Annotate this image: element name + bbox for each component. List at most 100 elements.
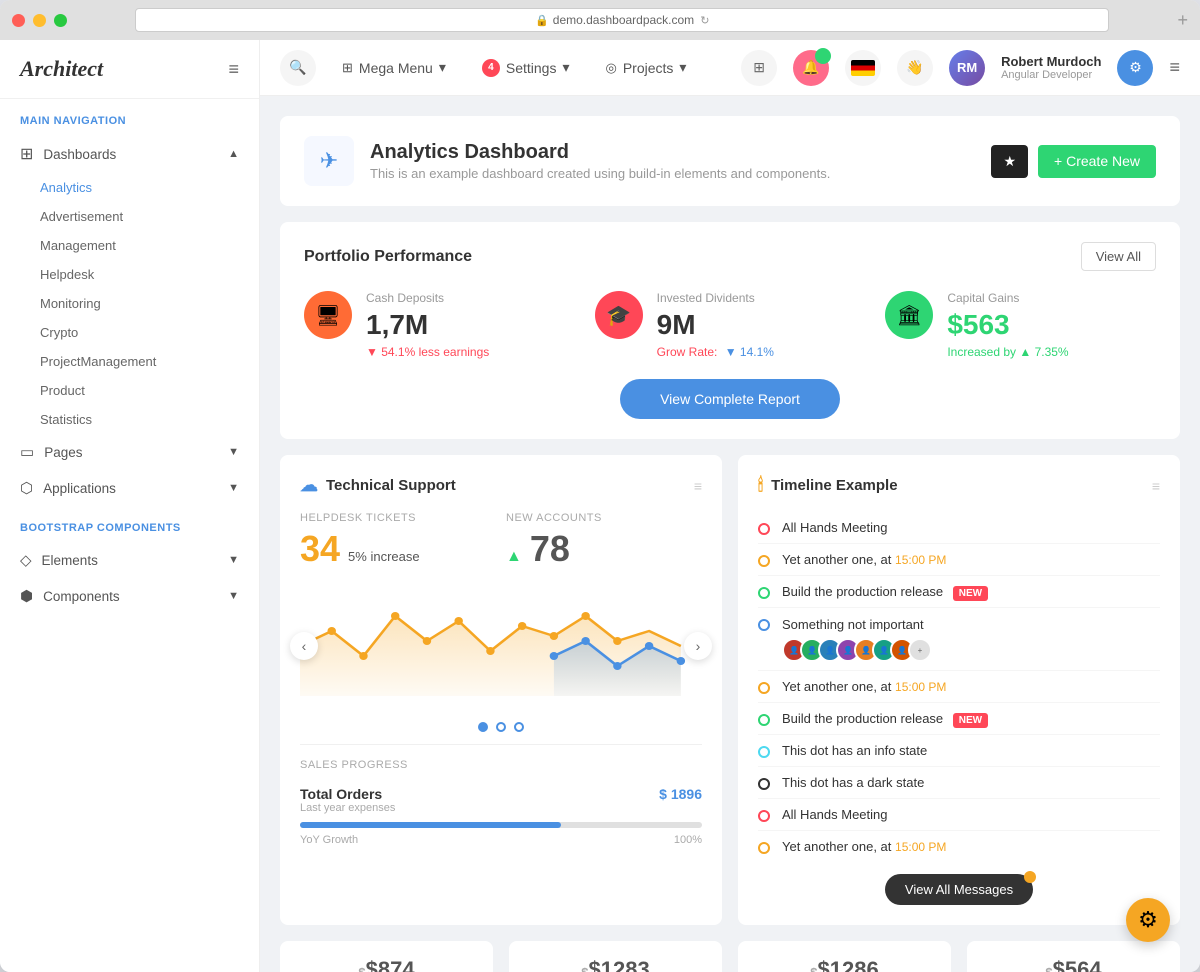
bootstrap-title: BOOTSTRAP COMPONENTS xyxy=(0,506,259,542)
bottom-stats-row: $$874 $$1283 $$1286 xyxy=(280,941,1180,972)
maximize-button[interactable] xyxy=(54,14,67,27)
capital-change: Increased by ▲ 7.35% xyxy=(947,345,1068,359)
stat-cash-content: Cash Deposits 1,7M ▼ 54.1% less earnings xyxy=(366,291,489,359)
sidebar-subitem-monitoring[interactable]: Monitoring xyxy=(0,289,259,318)
invested-change: Grow Rate: ▼ 14.1% xyxy=(657,345,774,359)
sidebar-subitem-statistics[interactable]: Statistics xyxy=(0,405,259,434)
applications-icon: ⬡ xyxy=(20,479,33,497)
user-settings-button[interactable]: ⚙ xyxy=(1117,50,1153,86)
page-header-text: Analytics Dashboard This is an example d… xyxy=(370,141,830,181)
view-all-button[interactable]: View All xyxy=(1081,242,1156,271)
timeline-text-3: Build the production release NEW xyxy=(782,584,1160,599)
timeline-text-8: This dot has a dark state xyxy=(782,775,1160,790)
new-tab-button[interactable]: + xyxy=(1177,10,1188,31)
url-text: demo.dashboardpack.com xyxy=(553,13,694,27)
dashboards-label: Dashboards xyxy=(43,147,116,162)
portfolio-stats: 🖥 Cash Deposits 1,7M ▼ 54.1% less earnin… xyxy=(304,291,1156,359)
sidebar-toggle-icon[interactable]: ≡ xyxy=(228,59,239,80)
sidebar-item-pages[interactable]: ▭ Pages ▼ xyxy=(0,434,259,470)
bottom-stat-2: $$1283 xyxy=(509,941,722,972)
projects-nav[interactable]: ◎ Projects ▾ xyxy=(596,53,697,82)
carousel-dot-1[interactable] xyxy=(478,722,488,732)
timeline-dot-red-1 xyxy=(758,523,770,535)
timeline-text-10: Yet another one, at 15:00 PM xyxy=(782,839,1160,854)
elements-icon: ◇ xyxy=(20,551,32,569)
total-orders-value: $ 1896 xyxy=(659,779,702,805)
mini-avatar-more: + xyxy=(908,638,932,662)
tech-metrics-row: HELPDESK TICKETS 34 5% increase xyxy=(300,512,702,570)
sidebar-item-dashboards[interactable]: ⊞ Dashboards ▲ xyxy=(0,135,259,173)
bottom-stat-value-3: $$1286 xyxy=(758,957,931,972)
helpdesk-label: HELPDESK TICKETS xyxy=(300,512,496,524)
carousel-prev-button[interactable]: ‹ xyxy=(290,632,318,660)
timeline-dot-red-2 xyxy=(758,810,770,822)
carousel-dot-3[interactable] xyxy=(514,722,524,732)
timeline-time-2: 15:00 PM xyxy=(895,553,946,567)
sidebar-subitem-management[interactable]: Management xyxy=(0,231,259,260)
tech-chart-container: ‹ xyxy=(300,586,702,706)
sidebar-subitem-projectmanagement[interactable]: ProjectManagement xyxy=(0,347,259,376)
settings-fab-button[interactable]: ⚙ xyxy=(1126,898,1170,942)
sidebar-subitem-crypto[interactable]: Crypto xyxy=(0,318,259,347)
hand-icon-button[interactable]: 👋 xyxy=(897,50,933,86)
components-icon: ⬢ xyxy=(20,587,33,605)
view-all-messages-button[interactable]: View All Messages xyxy=(885,874,1033,905)
url-bar[interactable]: 🔒 demo.dashboardpack.com ↻ xyxy=(135,8,1109,32)
bottom-row: ☁ Technical Support ≡ HELPDESK TICKETS 3… xyxy=(280,455,1180,925)
sidebar-item-applications[interactable]: ⬡ Applications ▼ xyxy=(0,470,259,506)
header: 🔍 ⊞ Mega Menu ▾ 4 Settings ▾ ◎ Projects … xyxy=(260,40,1200,96)
close-button[interactable] xyxy=(12,14,25,27)
star-button[interactable]: ★ xyxy=(991,145,1028,178)
notification-icon-button[interactable]: 🔔 xyxy=(793,50,829,86)
helpdesk-value-row: 34 5% increase xyxy=(300,528,496,570)
sidebar-subitem-helpdesk[interactable]: Helpdesk xyxy=(0,260,259,289)
tech-card-menu-icon[interactable]: ≡ xyxy=(694,478,702,494)
page-header-card: ✈ Analytics Dashboard This is an example… xyxy=(280,116,1180,206)
sidebar-subitem-advertisement[interactable]: Advertisement xyxy=(0,202,259,231)
complete-report-button[interactable]: View Complete Report xyxy=(620,379,840,419)
stat-capital: 🏛 Capital Gains $563 Increased by ▲ 7.35… xyxy=(885,291,1156,359)
timeline-text-6: Build the production release NEW xyxy=(782,711,1160,726)
user-info: Robert Murdoch Angular Developer xyxy=(1001,54,1101,81)
chevron-down-icon-elements: ▼ xyxy=(228,554,239,566)
sidebar-subitem-product[interactable]: Product xyxy=(0,376,259,405)
bottom-stat-value-1: $$874 xyxy=(300,957,473,972)
avatar[interactable]: RM xyxy=(949,50,985,86)
tech-title-text: Technical Support xyxy=(326,477,456,494)
carousel-dot-2[interactable] xyxy=(496,722,506,732)
chevron-down-icon: ▼ xyxy=(228,446,239,458)
flag-button[interactable] xyxy=(845,50,881,86)
timeline-text-2: Yet another one, at 15:00 PM xyxy=(782,552,1160,567)
create-new-button[interactable]: + Create New xyxy=(1038,145,1156,178)
sidebar-item-components[interactable]: ⬢ Components ▼ xyxy=(0,578,259,614)
stat-capital-content: Capital Gains $563 Increased by ▲ 7.35% xyxy=(947,291,1068,359)
user-role: Angular Developer xyxy=(1001,69,1101,81)
sales-row: Total Orders Last year expenses $ 1896 xyxy=(300,779,702,814)
capital-icon: 🏛 xyxy=(885,291,933,339)
chevron-up-icon: ▲ xyxy=(228,148,239,160)
total-orders-title: Total Orders xyxy=(300,786,395,802)
settings-chevron: ▾ xyxy=(562,59,569,76)
bottom-stat-amount-3: $1286 xyxy=(818,957,879,972)
grid-icon-button[interactable]: ⊞ xyxy=(741,50,777,86)
bottom-stat-1: $$874 xyxy=(280,941,493,972)
minimize-button[interactable] xyxy=(33,14,46,27)
mega-menu-nav[interactable]: ⊞ Mega Menu ▾ xyxy=(332,53,456,82)
timeline-menu-icon[interactable]: ≡ xyxy=(1152,478,1160,494)
helpdesk-number: 34 xyxy=(300,528,340,570)
sidebar-item-elements[interactable]: ◇ Elements ▼ xyxy=(0,542,259,578)
timeline-title-text: Timeline Example xyxy=(771,477,897,494)
settings-nav[interactable]: 4 Settings ▾ xyxy=(472,53,580,83)
header-menu-icon[interactable]: ≡ xyxy=(1169,57,1180,78)
sidebar-subitem-analytics[interactable]: Analytics xyxy=(0,173,259,202)
helpdesk-metric: HELPDESK TICKETS 34 5% increase xyxy=(300,512,496,570)
timeline-item-4: Something not important 👤 👤 👤 👤 👤 👤 xyxy=(758,608,1160,671)
helpdesk-change: 5% increase xyxy=(348,549,420,564)
timeline-dot-dark xyxy=(758,778,770,790)
search-button[interactable]: 🔍 xyxy=(280,50,316,86)
technical-support-card: ☁ Technical Support ≡ HELPDESK TICKETS 3… xyxy=(280,455,722,925)
carousel-next-button[interactable]: › xyxy=(684,632,712,660)
projects-icon: ◎ xyxy=(606,60,617,76)
timeline-item-5: Yet another one, at 15:00 PM xyxy=(758,671,1160,703)
bottom-stat-value-2: $$1283 xyxy=(529,957,702,972)
